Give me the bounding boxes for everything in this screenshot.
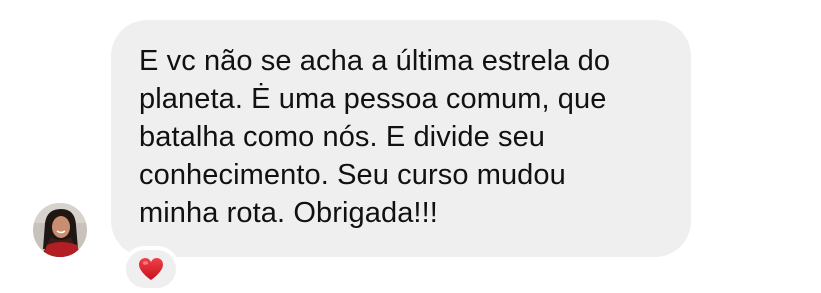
avatar-image [33, 203, 87, 257]
reaction-badge[interactable] [122, 246, 180, 292]
message-text: E vc não se acha a última estrela do pla… [139, 45, 611, 229]
message-bubble[interactable]: E vc não se acha a última estrela do pla… [111, 20, 691, 257]
red-heart-icon [139, 258, 163, 280]
sender-avatar[interactable] [33, 203, 87, 257]
